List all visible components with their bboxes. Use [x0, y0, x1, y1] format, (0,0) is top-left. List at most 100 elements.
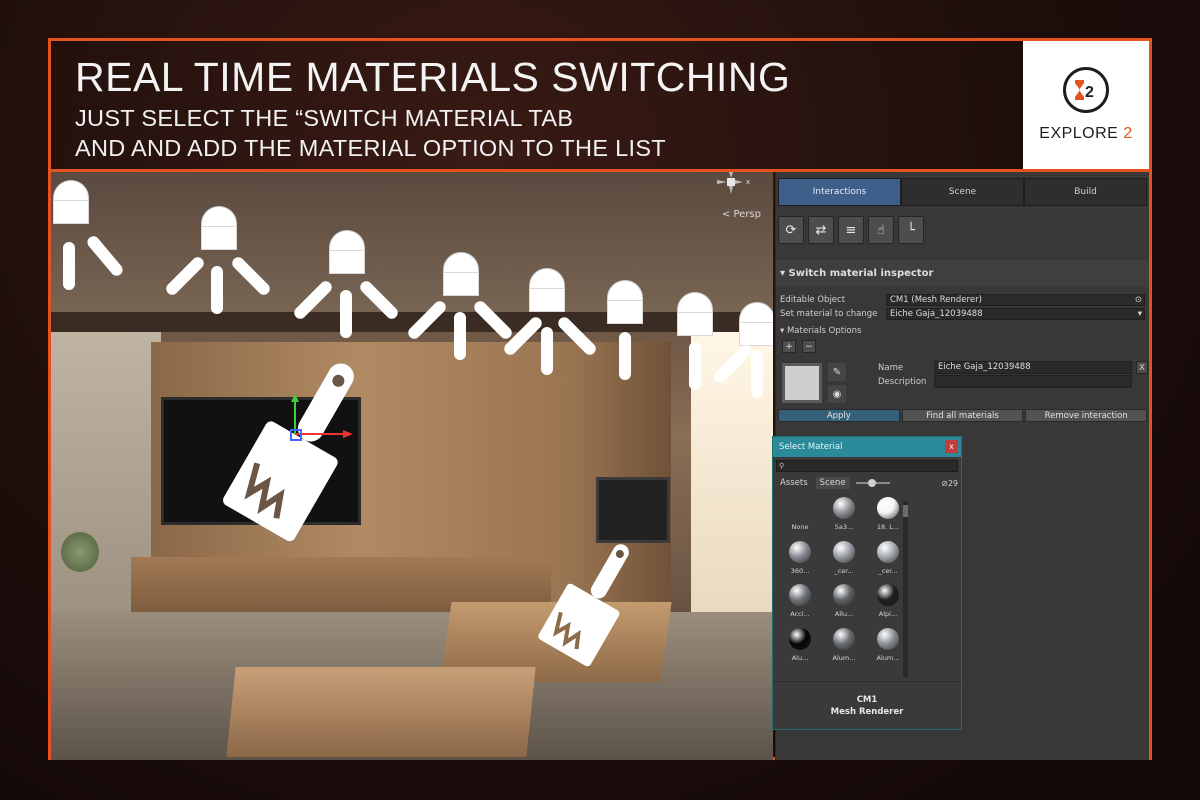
view-gizmo[interactable]: x: [713, 172, 753, 202]
eye-slash-icon: ⊘: [941, 478, 948, 488]
swap-arrows-icon[interactable]: ⇄: [808, 216, 834, 244]
explore2-logo: 2 EXPLORE 2: [1023, 41, 1149, 169]
paint-brush-icon: [538, 544, 629, 667]
grid-scrollbar[interactable]: [903, 501, 908, 677]
hourglass-icon: 2: [1063, 67, 1109, 113]
material-thumbnail: [877, 627, 899, 650]
material-item[interactable]: Alum...: [869, 627, 905, 668]
editable-object-field[interactable]: CM1 (Mesh Renderer) ⊙: [886, 293, 1145, 306]
light-icon[interactable]: [739, 302, 773, 346]
remove-option-button[interactable]: −: [802, 340, 816, 353]
remove-interaction-button[interactable]: Remove interaction: [1025, 409, 1148, 422]
material-label: Alum...: [876, 653, 900, 662]
light-icon[interactable]: [607, 280, 643, 324]
coffee-table-model[interactable]: [226, 667, 536, 757]
material-thumbnail: [833, 584, 855, 606]
material-item[interactable]: 18. L...: [869, 497, 905, 537]
material-label: Alu...: [791, 653, 809, 662]
material-description-field[interactable]: [934, 375, 1132, 388]
material-label: Alum...: [832, 653, 856, 662]
object-picker-icon[interactable]: ⊙: [1135, 295, 1142, 305]
subtitle-line-2: AND AND ADD THE MATERIAL OPTION TO THE L…: [75, 135, 666, 161]
material-item[interactable]: _cer...: [869, 540, 905, 581]
editable-object-row: Editable Object CM1 (Mesh Renderer) ⊙: [776, 293, 1149, 306]
material-label: _cer...: [878, 566, 898, 575]
tab-interactions[interactable]: Interactions: [778, 178, 901, 206]
camera-icon[interactable]: ◉: [828, 385, 846, 403]
material-label: _cer...: [834, 566, 854, 575]
material-item[interactable]: None: [781, 497, 819, 537]
selected-object-info: CM1 Mesh Renderer: [773, 681, 961, 729]
light-icon[interactable]: [201, 206, 237, 250]
material-item[interactable]: Allu...: [825, 584, 863, 624]
material-grid: None 5a3... 18. L... 360... _cer... _cer... Ac…: [773, 491, 905, 667]
tab-scene[interactable]: Scene: [815, 477, 850, 489]
page-title: REAL TIME MATERIALS SWITCHING: [75, 54, 791, 100]
interaction-toolbar: ⟳ ⇄ ≡ ☝ └: [776, 212, 1149, 248]
light-icon[interactable]: [53, 180, 89, 224]
paint-roller-icon[interactable]: ≡: [838, 216, 864, 244]
material-thumbnail: [789, 540, 811, 563]
material-item[interactable]: Acci...: [781, 584, 819, 624]
svg-text:x: x: [746, 178, 750, 186]
material-item[interactable]: Alpi...: [869, 584, 905, 624]
material-label: Alpi...: [878, 610, 898, 618]
close-button[interactable]: x: [945, 440, 958, 453]
select-material-titlebar[interactable]: Select Material x: [773, 437, 961, 457]
svg-text:2: 2: [1085, 84, 1094, 101]
tab-assets[interactable]: Assets: [776, 477, 812, 489]
remove-entry-button[interactable]: X: [1136, 361, 1148, 374]
add-option-button[interactable]: +: [782, 340, 796, 353]
tab-build[interactable]: Build: [1024, 178, 1147, 206]
material-item[interactable]: 5a3...: [825, 497, 863, 537]
header: REAL TIME MATERIALS SWITCHING JUST SELEC…: [51, 41, 1025, 169]
light-icon[interactable]: [329, 230, 365, 274]
chevron-down-icon: ▾: [1137, 308, 1142, 319]
slide-frame: REAL TIME MATERIALS SWITCHING JUST SELEC…: [48, 38, 1152, 760]
material-search-input[interactable]: ⚲: [776, 460, 958, 472]
tab-scene[interactable]: Scene: [901, 178, 1024, 206]
material-label: None: [791, 523, 809, 531]
logo-wordmark: EXPLORE 2: [1039, 125, 1133, 142]
thumbnail-size-slider[interactable]: [855, 479, 890, 487]
hierarchy-icon[interactable]: └: [898, 216, 924, 244]
eyedropper-icon[interactable]: ✎: [828, 363, 846, 381]
inspector-tabs: Interactions Scene Build: [778, 178, 1147, 206]
material-thumbnail: [789, 627, 811, 650]
material-label: 5a3...: [834, 523, 854, 531]
material-thumbnail: [789, 584, 811, 606]
material-item[interactable]: Alum...: [825, 627, 863, 668]
material-item[interactable]: Alu...: [781, 627, 819, 668]
find-all-materials-button[interactable]: Find all materials: [901, 409, 1024, 422]
set-material-dropdown[interactable]: Eiche Gaja_12039488 ▾: [886, 307, 1145, 320]
materials-options-foldout[interactable]: ▾ Materials Options: [776, 320, 1149, 338]
apply-button[interactable]: Apply: [778, 409, 900, 422]
search-icon: ⚲: [779, 462, 785, 470]
cycle-icon[interactable]: ⟳: [778, 216, 804, 244]
material-item[interactable]: _cer...: [825, 540, 863, 581]
action-buttons: Apply Find all materials Remove interact…: [776, 409, 1149, 422]
material-name-field[interactable]: Eiche Gaja_12039488: [934, 361, 1132, 374]
material-label: Acci...: [790, 610, 810, 618]
material-thumbnail: [789, 497, 811, 519]
light-icon[interactable]: [677, 292, 713, 336]
material-item[interactable]: 360...: [781, 540, 819, 581]
persp-label[interactable]: < Persp: [722, 209, 761, 220]
light-icon[interactable]: [443, 252, 479, 296]
hand-touch-icon[interactable]: ☝: [868, 216, 894, 244]
section-switch-material[interactable]: ▾ Switch material inspector: [776, 260, 1149, 287]
light-icon[interactable]: [529, 268, 565, 312]
material-label: Allu...: [834, 610, 854, 618]
transform-gizmo[interactable]: [281, 394, 361, 454]
material-preview[interactable]: [782, 363, 822, 403]
material-thumbnail: [833, 627, 855, 650]
material-label: 18. L...: [876, 523, 900, 531]
hidden-count: ⊘29: [941, 478, 958, 488]
scene-viewport[interactable]: x < Persp: [51, 172, 773, 760]
material-thumbnail: [877, 540, 899, 563]
material-thumbnail: [833, 540, 855, 563]
material-thumbnail: [877, 584, 899, 606]
select-material-window: Select Material x ⚲ Assets Scene ⊘29 Non…: [772, 436, 962, 730]
material-thumbnail: [833, 497, 855, 519]
material-label: 360...: [790, 566, 810, 575]
